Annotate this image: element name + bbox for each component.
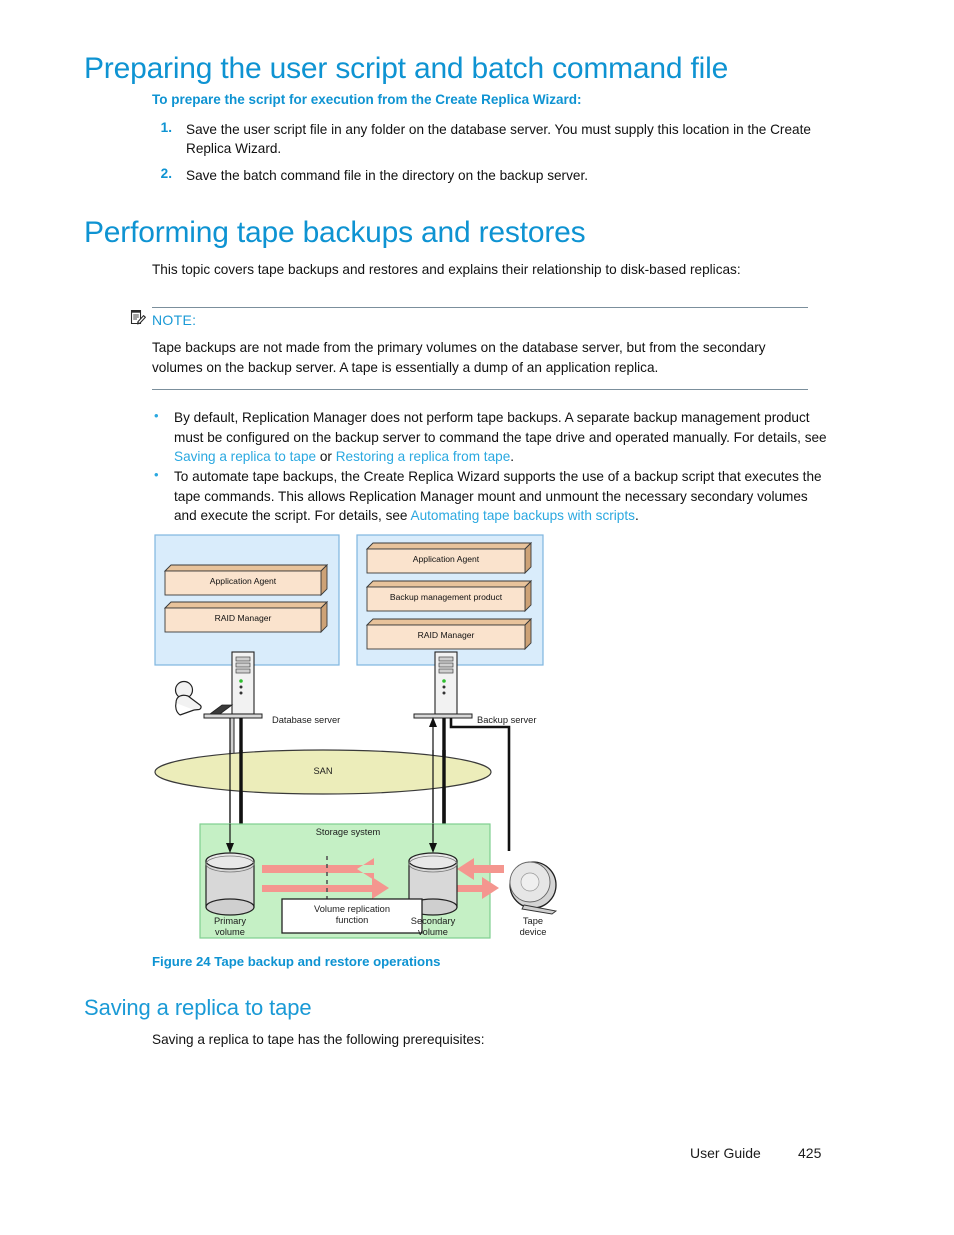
section-heading-preparing-user-script: Preparing the user script and batch comm… (84, 52, 729, 85)
bullet-marker: • (154, 408, 159, 423)
step-text-1: Save the user script file in any folder … (186, 122, 811, 156)
note-label: NOTE: (152, 312, 197, 328)
box-label-db-raid-manager: RAID Manager (214, 613, 272, 623)
bullet-1-part2: . (510, 449, 515, 464)
subheading-prepare-script: To prepare the script for execution from… (152, 92, 582, 107)
label-volume-replication-line2: function (335, 915, 369, 925)
bullet-item-2: • To automate tape backups, the Create R… (0, 467, 954, 527)
page: Preparing the user script and batch comm… (0, 0, 954, 1235)
step-text-2: Save the batch command file in the direc… (186, 168, 588, 183)
bullet-1-mid: or (316, 449, 336, 464)
primary-volume-cylinder (205, 852, 255, 916)
database-server-panel (154, 534, 340, 666)
section-heading-saving-replica-to-tape: Saving a replica to tape (84, 995, 312, 1020)
bullet-2-part2: . (634, 508, 639, 523)
box-label-bk-backup-management-product: Backup management product (389, 592, 503, 602)
footer-user-guide-label: User Guide (690, 1145, 761, 1161)
bullet-marker: • (154, 467, 159, 482)
note-bottom-rule (152, 389, 808, 390)
section-intro-paragraph: This topic covers tape backups and resto… (152, 262, 741, 277)
section-three-intro: Saving a replica to tape has the followi… (152, 1032, 485, 1047)
bullet-1-part1: By default, Replication Manager does not… (174, 410, 827, 445)
link-automating-tape-backups-with-scripts[interactable]: Automating tape backups with scripts (411, 508, 635, 523)
label-tape-device-line1: Tape (522, 916, 544, 926)
link-saving-a-replica-to-tape[interactable]: Saving a replica to tape (174, 449, 316, 464)
label-san: SAN (313, 766, 333, 776)
link-restoring-a-replica-from-tape[interactable]: Restoring a replica from tape (336, 449, 511, 464)
label-volume-replication-line1: Volume replication (314, 904, 390, 914)
note-body-text: Tape backups are not made from the prima… (152, 340, 766, 375)
tape-device-icon (509, 861, 558, 915)
label-storage-system: Storage system (315, 827, 381, 837)
footer-page-number: 425 (798, 1145, 822, 1161)
database-server-tower-icon (203, 651, 263, 757)
note-pencil-icon (129, 309, 147, 327)
bullet-text-1: By default, Replication Manager does not… (174, 408, 834, 467)
box-label-bk-application-agent: Application Agent (412, 554, 480, 564)
box-label-bk-raid-manager: RAID Manager (417, 630, 475, 640)
bullet-item-1: • By default, Replication Manager does n… (0, 408, 954, 468)
bullet-text-2: To automate tape backups, the Create Rep… (174, 467, 834, 526)
label-database-server: Database server (272, 715, 341, 725)
label-primary-volume-line2: volume (215, 927, 245, 937)
person-icon (174, 680, 202, 716)
label-primary-volume-line1: Primary (213, 916, 247, 926)
label-backup-server: Backup server (477, 715, 537, 725)
label-tape-device-line2: device (519, 927, 547, 937)
label-secondary-volume-line2: volume (418, 927, 448, 937)
box-label-db-application-agent: Application Agent (209, 576, 277, 586)
note-top-rule (152, 307, 808, 308)
step-number-2: 2. (160, 166, 172, 181)
section-heading-performing-tape-backups: Performing tape backups and restores (84, 216, 586, 249)
step-number-1: 1. (160, 120, 172, 135)
figure-tape-backup-restore-diagram: Application Agent RAID Manager Applicati… (152, 533, 572, 945)
figure-caption: Figure 24 Tape backup and restore operat… (152, 954, 441, 969)
